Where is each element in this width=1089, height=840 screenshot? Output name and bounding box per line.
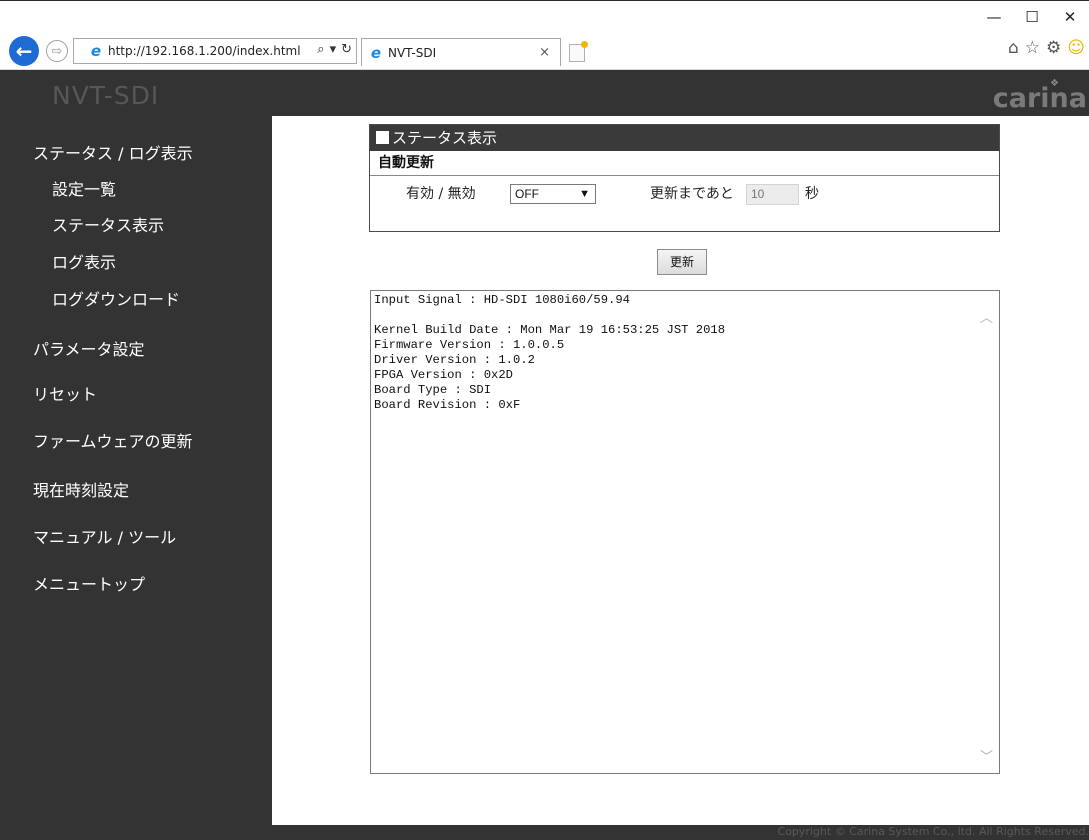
sidebar-item-log-view[interactable]: ログ表示 xyxy=(52,249,116,273)
main-content: ステータス表示 自動更新 有効 / 無効 OFF ▼ 更新まであと 10 秒 更… xyxy=(272,116,1089,825)
close-button[interactable]: ✕ xyxy=(1051,8,1089,26)
sidebar-item-menu-top[interactable]: メニュートップ xyxy=(33,571,145,595)
sidebar-item-status-log[interactable]: ステータス / ログ表示 xyxy=(33,140,193,164)
enable-label: 有効 / 無効 xyxy=(406,186,476,202)
auto-update-select-value: OFF xyxy=(515,187,539,201)
sidebar-item-manual-tools[interactable]: マニュアル / ツール xyxy=(33,524,176,548)
carina-logo: carina xyxy=(992,83,1087,114)
address-url[interactable]: http://192.168.1.200/index.html xyxy=(108,44,301,58)
web-page: NVT-SDI ❖ carina ステータス / ログ表示 設定一覧 ステータス… xyxy=(0,70,1089,840)
log-textarea[interactable]: Input Signal : HD-SDI 1080i60/59.94 Kern… xyxy=(370,290,1000,774)
auto-update-select[interactable]: OFF ▼ xyxy=(510,184,596,204)
tab-close-icon[interactable]: × xyxy=(539,45,550,60)
sidebar-item-settings-list[interactable]: 設定一覧 xyxy=(52,176,116,200)
refresh-icon[interactable]: ↻ xyxy=(341,42,352,57)
browser-chrome: — ☐ ✕ ← ⇨ e http://192.168.1.200/index.h… xyxy=(0,0,1089,70)
maximize-button[interactable]: ☐ xyxy=(1013,8,1051,26)
auto-update-label: 自動更新 xyxy=(370,151,999,176)
window-frame xyxy=(0,0,1089,1)
back-arrow-icon: ← xyxy=(15,39,33,63)
footer-bar: Copyright © Carina System Co., ltd. All … xyxy=(272,825,1089,840)
minimize-button[interactable]: — xyxy=(975,8,1013,26)
browser-tab[interactable]: e NVT-SDI × xyxy=(361,38,561,66)
dropdown-icon[interactable]: ▾ xyxy=(330,42,337,57)
status-panel-header: ステータス表示 xyxy=(370,125,999,151)
new-tab-button[interactable] xyxy=(569,41,588,62)
copyright-text: Copyright © Carina System Co., ltd. All … xyxy=(777,825,1089,838)
address-tools: ⌕ ▾ ↻ xyxy=(317,42,352,57)
tab-ie-icon: e xyxy=(370,43,382,62)
status-panel: ステータス表示 自動更新 有効 / 無効 OFF ▼ 更新まであと 10 秒 xyxy=(369,124,1000,232)
settings-gear-icon[interactable]: ⚙ xyxy=(1046,38,1061,58)
seconds-unit: 秒 xyxy=(805,186,819,202)
sidebar-item-time-setting[interactable]: 現在時刻設定 xyxy=(33,477,129,501)
log-text: Input Signal : HD-SDI 1080i60/59.94 Kern… xyxy=(374,293,726,412)
tab-title: NVT-SDI xyxy=(388,45,437,60)
scroll-up-icon[interactable]: ︿ xyxy=(980,307,993,326)
browser-tools: ⌂ ☆ ⚙ ☺ xyxy=(1008,38,1085,58)
sidebar-item-parameter-settings[interactable]: パラメータ設定 xyxy=(33,336,145,360)
sidebar-item-status-view[interactable]: ステータス表示 xyxy=(52,212,164,236)
forward-button[interactable]: ⇨ xyxy=(46,40,68,62)
seconds-input[interactable]: 10 xyxy=(746,184,799,205)
sidebar-item-firmware-update[interactable]: ファームウェアの更新 xyxy=(33,428,193,452)
page-header: NVT-SDI ❖ carina xyxy=(0,70,1089,120)
back-button[interactable]: ← xyxy=(9,36,39,66)
forward-arrow-icon: ⇨ xyxy=(51,43,63,59)
window-controls: — ☐ ✕ xyxy=(975,8,1089,26)
feedback-smiley-icon[interactable]: ☺ xyxy=(1067,38,1085,58)
ie-icon: e xyxy=(90,42,102,60)
until-update-label: 更新まであと xyxy=(650,186,734,202)
chevron-down-icon: ▼ xyxy=(579,188,590,200)
brand-title: NVT-SDI xyxy=(52,81,160,110)
status-panel-title: ステータス表示 xyxy=(392,129,498,147)
sidebar-item-log-download[interactable]: ログダウンロード xyxy=(52,286,180,310)
address-bar[interactable]: e http://192.168.1.200/index.html ⌕ ▾ ↻ xyxy=(73,38,357,64)
search-icon[interactable]: ⌕ xyxy=(317,42,324,57)
scroll-down-icon[interactable]: ﹀ xyxy=(980,746,993,765)
favorites-star-icon[interactable]: ☆ xyxy=(1025,38,1040,58)
sidebar-item-reset[interactable]: リセット xyxy=(33,381,97,405)
refresh-button[interactable]: 更新 xyxy=(657,249,707,275)
square-bullet-icon xyxy=(376,131,389,144)
auto-update-row: 有効 / 無効 OFF ▼ 更新まであと 10 秒 xyxy=(370,176,999,216)
home-icon[interactable]: ⌂ xyxy=(1008,38,1019,58)
